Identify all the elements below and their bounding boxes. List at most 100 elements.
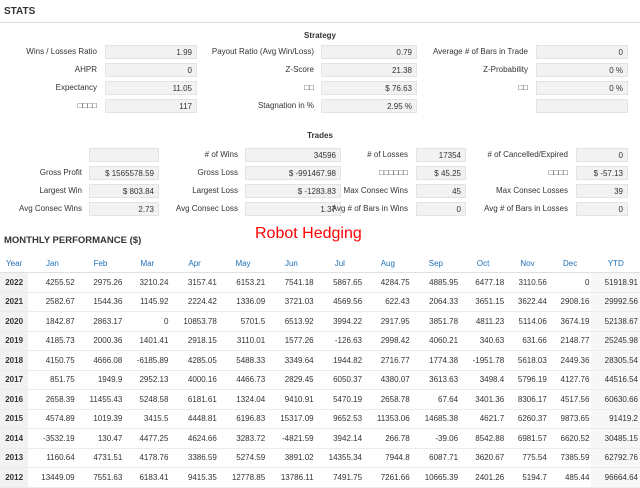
- month-cell: 622.43: [364, 292, 412, 312]
- column-header[interactable]: Mar: [124, 255, 171, 273]
- month-cell: 6181.61: [170, 389, 219, 410]
- month-cell: 4811.23: [460, 311, 507, 332]
- column-header[interactable]: Oct: [460, 255, 507, 273]
- month-cell: 6477.18: [460, 272, 507, 293]
- month-cell: 6153.21: [218, 272, 268, 293]
- month-cell: 4885.95: [411, 272, 461, 293]
- month-cell: 2000.36: [76, 331, 125, 351]
- month-cell: 6183.41: [124, 467, 171, 488]
- month-cell: 2449.36: [548, 350, 592, 371]
- month-cell: 340.63: [460, 331, 507, 351]
- month-cell: -6185.89: [124, 350, 171, 371]
- month-cell: 485.44: [548, 467, 592, 488]
- month-cell: 4666.08: [76, 350, 125, 371]
- trades-stat-value: 0: [576, 202, 628, 216]
- month-cell: 5470.19: [315, 389, 365, 410]
- table-row: 2018 4150.75 4666.08 -6185.89 4285.05 5488.33…: [0, 350, 640, 371]
- year-cell: 2012: [0, 467, 29, 488]
- ytd-cell: 62792.76: [591, 448, 640, 468]
- month-cell: 1774.38: [411, 350, 461, 371]
- month-cell: 7551.63: [76, 467, 125, 488]
- month-cell: -39.06: [411, 428, 461, 449]
- month-cell: 4185.73: [28, 331, 77, 351]
- month-cell: 5867.65: [315, 272, 365, 293]
- month-cell: 4731.51: [76, 448, 125, 468]
- month-cell: 7541.18: [267, 272, 316, 293]
- trades-title: Trades: [307, 131, 333, 140]
- month-cell: 1019.39: [76, 409, 125, 429]
- trades-stat-label: Avg # of Bars in Losses: [484, 204, 568, 213]
- table-row: 2012 13449.09 7551.63 6183.41 9415.35 12778.8…: [0, 467, 640, 488]
- month-cell: -4821.59: [267, 428, 316, 449]
- column-header[interactable]: Year: [0, 255, 29, 273]
- column-header[interactable]: Dec: [548, 255, 592, 273]
- column-header[interactable]: Nov: [506, 255, 549, 273]
- month-cell: 7385.59: [548, 448, 592, 468]
- table-row: 2016 2658.39 11455.43 5248.58 6181.61 1324.04…: [0, 389, 640, 410]
- month-cell: 4178.76: [124, 448, 171, 468]
- month-cell: 2829.45: [267, 370, 316, 390]
- month-cell: 1949.9: [76, 370, 125, 390]
- strategy-stat-value: 2.95 %: [321, 99, 417, 113]
- month-cell: 9410.91: [267, 389, 316, 410]
- month-cell: 3210.24: [124, 272, 171, 293]
- month-cell: 3498.4: [460, 370, 507, 390]
- strategy-stat-value: [536, 99, 628, 113]
- column-header[interactable]: Apr: [170, 255, 219, 273]
- month-cell: 8306.17: [506, 389, 549, 410]
- ytd-cell: 96664.64: [591, 467, 640, 488]
- month-cell: 3110.01: [218, 331, 268, 351]
- month-cell: 2917.95: [364, 311, 412, 332]
- month-cell: 6087.71: [411, 448, 461, 468]
- month-cell: 9415.35: [170, 467, 219, 488]
- month-cell: 6050.37: [315, 370, 365, 390]
- month-cell: 4466.73: [218, 370, 268, 390]
- month-cell: 67.64: [411, 389, 461, 410]
- month-cell: 6981.57: [506, 428, 549, 449]
- month-cell: 1336.09: [218, 292, 268, 312]
- column-header[interactable]: Jul: [315, 255, 365, 273]
- month-cell: 7261.66: [364, 467, 412, 488]
- month-cell: 5701.5: [218, 311, 268, 332]
- month-cell: 5796.19: [506, 370, 549, 390]
- year-cell: 2013: [0, 448, 29, 468]
- month-cell: 10665.39: [411, 467, 461, 488]
- monthly-performance-table: Year Jan Feb Mar Apr May Jun Jul Aug Sep Oct Nov Dec…: [0, 255, 640, 488]
- month-cell: 3891.02: [267, 448, 316, 468]
- column-header[interactable]: Sep: [411, 255, 461, 273]
- month-cell: 2658.78: [364, 389, 412, 410]
- month-cell: 4517.56: [548, 389, 592, 410]
- strategy-stat-label: □□: [518, 83, 528, 92]
- month-cell: 130.47: [76, 428, 125, 449]
- month-cell: 266.78: [364, 428, 412, 449]
- month-cell: 4624.66: [170, 428, 219, 449]
- month-cell: 11455.43: [76, 389, 125, 410]
- month-cell: 3622.44: [506, 292, 549, 312]
- month-cell: 2064.33: [411, 292, 461, 312]
- ytd-cell: 25245.98: [591, 331, 640, 351]
- month-cell: 3283.72: [218, 428, 268, 449]
- column-header[interactable]: YTD: [591, 255, 640, 273]
- column-header[interactable]: May: [218, 255, 268, 273]
- month-cell: 8542.88: [460, 428, 507, 449]
- year-cell: 2015: [0, 409, 29, 429]
- table-row: 2015 4574.89 1019.39 3415.5 4448.81 6196.83 15…: [0, 409, 640, 429]
- column-header[interactable]: Feb: [76, 255, 125, 273]
- month-cell: 12778.85: [218, 467, 268, 488]
- month-cell: -3532.19: [28, 428, 77, 449]
- year-cell: 2022: [0, 272, 29, 293]
- trades-stat-value: 39: [576, 184, 628, 198]
- column-header[interactable]: Aug: [364, 255, 412, 273]
- month-cell: 3851.78: [411, 311, 461, 332]
- month-cell: 0: [124, 311, 171, 332]
- trades-stat-value: $ -57.13: [576, 166, 628, 180]
- column-header[interactable]: Jun: [267, 255, 316, 273]
- month-cell: 3401.36: [460, 389, 507, 410]
- ytd-cell: 60630.66: [591, 389, 640, 410]
- month-cell: 3157.41: [170, 272, 219, 293]
- column-header[interactable]: Jan: [28, 255, 77, 273]
- ytd-cell: 29992.56: [591, 292, 640, 312]
- month-cell: 1944.82: [315, 350, 365, 371]
- table-row: 2020 1842.87 2863.17 0 10853.78 5701.5 6513.92…: [0, 311, 640, 332]
- month-cell: 3110.56: [506, 272, 549, 293]
